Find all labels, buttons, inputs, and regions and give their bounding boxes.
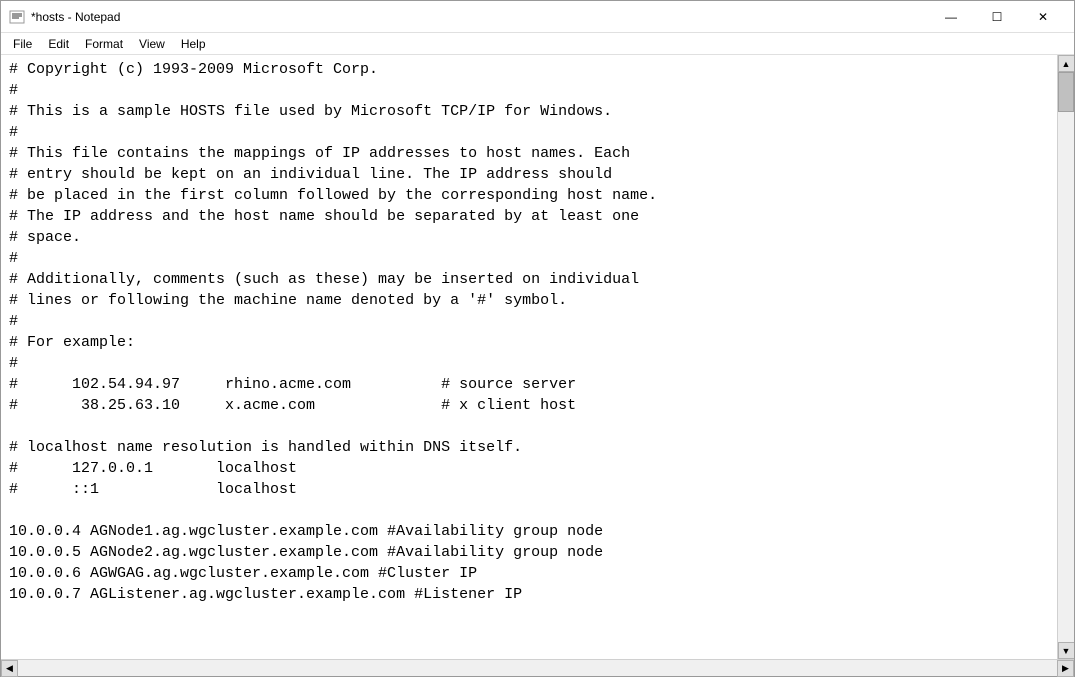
menu-item-help[interactable]: Help (173, 35, 214, 53)
scroll-down-button[interactable]: ▼ (1058, 642, 1075, 659)
menu-item-view[interactable]: View (131, 35, 173, 53)
content-area: ▲ ▼ (1, 55, 1074, 659)
app-icon (9, 9, 25, 25)
title-bar: *hosts - Notepad — ☐ ✕ (1, 1, 1074, 33)
main-window: *hosts - Notepad — ☐ ✕ FileEditFormatVie… (0, 0, 1075, 677)
menu-item-edit[interactable]: Edit (40, 35, 77, 53)
vertical-scrollbar[interactable]: ▲ ▼ (1057, 55, 1074, 659)
window-controls: — ☐ ✕ (928, 1, 1066, 33)
restore-button[interactable]: ☐ (974, 1, 1020, 33)
menu-item-file[interactable]: File (5, 35, 40, 53)
scroll-left-button[interactable]: ◀ (1, 660, 18, 677)
scroll-thumb[interactable] (1058, 72, 1074, 112)
scroll-right-button[interactable]: ▶ (1057, 660, 1074, 677)
minimize-button[interactable]: — (928, 1, 974, 33)
window-title: *hosts - Notepad (31, 10, 928, 24)
menu-bar: FileEditFormatViewHelp (1, 33, 1074, 55)
horizontal-scrollbar[interactable]: ◀ ▶ (1, 659, 1074, 676)
scroll-up-button[interactable]: ▲ (1058, 55, 1075, 72)
close-button[interactable]: ✕ (1020, 1, 1066, 33)
text-editor[interactable] (1, 55, 1057, 659)
h-scroll-track[interactable] (18, 660, 1057, 676)
scroll-track[interactable] (1058, 72, 1074, 642)
menu-item-format[interactable]: Format (77, 35, 131, 53)
